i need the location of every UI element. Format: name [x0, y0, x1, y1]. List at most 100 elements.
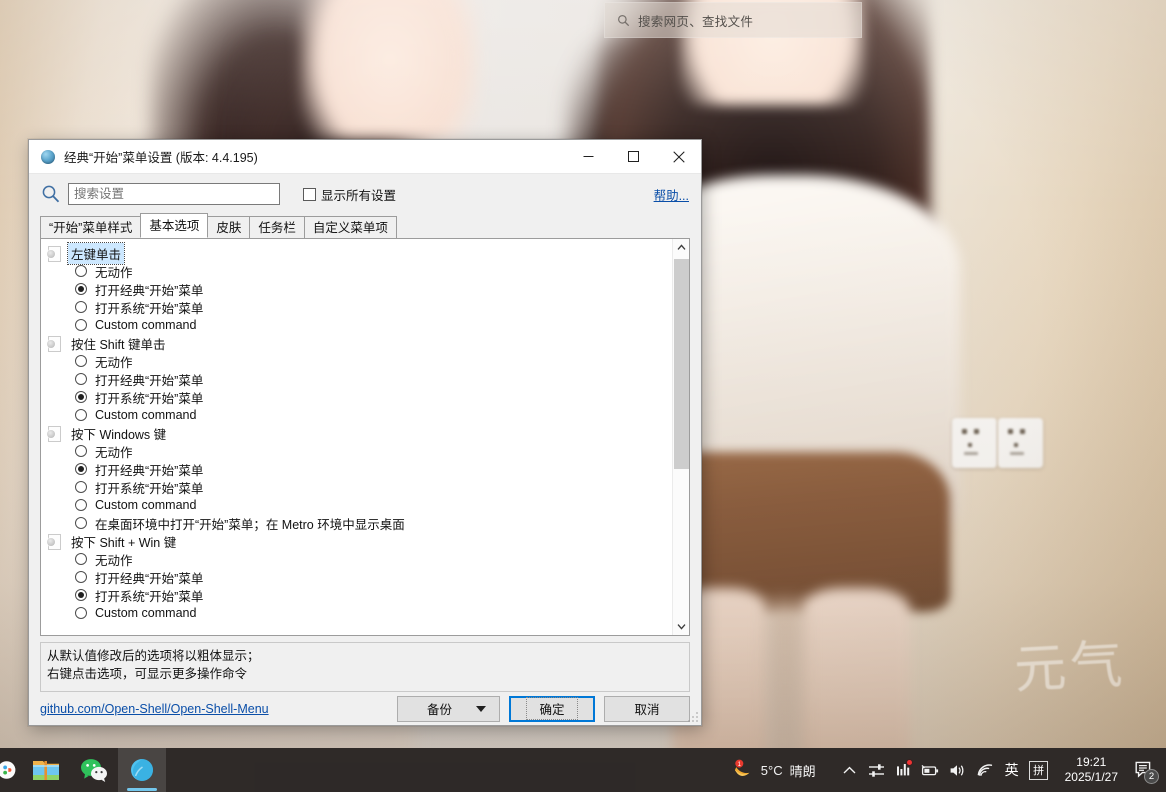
radio-icon	[75, 319, 87, 331]
scrollbar-track[interactable]	[672, 256, 689, 618]
backup-button[interactable]: 备份	[397, 695, 500, 722]
hint-box: 从默认值修改后的选项将以粗体显示； 右键点击选项，可显示更多操作命令	[40, 642, 690, 692]
settings-list: 左键单击 无动作 打开经典“开始”菜单 打开系统“开始”菜单 Custom co…	[41, 239, 672, 635]
radio-option[interactable]: 打开经典“开始”菜单	[47, 568, 672, 586]
tray-battery-button[interactable]	[919, 755, 943, 785]
radio-option[interactable]: 无动作	[47, 262, 672, 280]
hint-line-2: 右键点击选项，可显示更多操作命令	[47, 667, 248, 681]
radio-icon	[75, 517, 87, 529]
radio-icon	[75, 481, 87, 493]
tab-start-menu-style[interactable]: “开始”菜单样式	[40, 216, 142, 239]
taskbar-app-edge[interactable]	[0, 748, 22, 792]
tab-skin[interactable]: 皮肤	[207, 216, 251, 239]
radio-option[interactable]: 无动作	[47, 352, 672, 370]
maximize-button[interactable]	[611, 140, 656, 173]
radio-icon-selected	[75, 463, 87, 475]
tab-taskbar[interactable]: 任务栏	[249, 216, 305, 239]
weather-temperature: 5°C	[760, 762, 783, 778]
radio-option-label: Custom command	[95, 408, 197, 422]
show-hidden-icons-button[interactable]	[838, 755, 862, 785]
chevron-up-icon	[677, 244, 685, 250]
hint-line-1: 从默认值修改后的选项将以粗体显示；	[47, 649, 260, 663]
ok-button[interactable]: 确定	[509, 695, 595, 722]
chevron-down-icon	[677, 624, 685, 630]
tab-basic-settings[interactable]: 基本选项	[140, 213, 209, 238]
radio-icon	[75, 301, 87, 313]
settings-search-input[interactable]	[68, 183, 280, 205]
radio-option[interactable]: Custom command	[47, 496, 672, 514]
radio-icon	[75, 445, 87, 457]
radio-option[interactable]: 打开系统“开始”菜单	[47, 478, 672, 496]
help-link[interactable]: 帮助...	[654, 185, 689, 204]
scroll-down-button[interactable]	[672, 618, 689, 635]
open-shell-icon	[131, 759, 153, 781]
ime-language-button[interactable]: 英	[1000, 755, 1024, 785]
radio-option[interactable]: 无动作	[47, 550, 672, 568]
radio-option[interactable]: 在桌面环境中打开“开始”菜单；在 Metro 环境中显示桌面	[47, 514, 672, 532]
minimize-button[interactable]	[566, 140, 611, 173]
minimize-icon	[583, 156, 594, 157]
active-app-indicator	[127, 788, 157, 791]
tab-custom-menu-items[interactable]: 自定义菜单项	[303, 216, 397, 239]
open-shell-icon	[41, 149, 55, 164]
radio-icon	[75, 355, 87, 367]
radio-option[interactable]: 打开经典“开始”菜单	[47, 280, 672, 298]
wallpaper-watermark: 元气	[1012, 635, 1128, 701]
taskbar-app-wechat[interactable]	[70, 748, 118, 792]
radio-option-label: 打开经典“开始”菜单	[95, 463, 204, 478]
settings-group-shift-win-key[interactable]: 按下 Shift + Win 键	[47, 532, 672, 550]
setting-gear-icon	[47, 533, 61, 550]
search-icon	[618, 14, 630, 26]
taskbar-clock[interactable]: 19:21 2025/1/27	[1065, 755, 1118, 785]
tray-volume-button[interactable]	[946, 755, 970, 785]
desktop-search-bar[interactable]: 搜索网页、查找文件	[604, 2, 862, 38]
scrollbar-thumb[interactable]	[673, 259, 689, 469]
tray-sliders-button[interactable]	[865, 755, 889, 785]
list-scrollbar[interactable]	[672, 239, 689, 635]
radio-option[interactable]: Custom command	[47, 406, 672, 424]
radio-icon	[75, 553, 87, 565]
dialog-button-row: 备份 确定 取消	[397, 695, 690, 722]
radio-option[interactable]: 打开经典“开始”菜单	[47, 370, 672, 388]
radio-option[interactable]: 打开系统“开始”菜单	[47, 298, 672, 316]
taskbar-app-open-shell[interactable]	[118, 748, 166, 792]
tray-equalizer-button[interactable]	[892, 755, 916, 785]
cancel-button-label: 取消	[634, 703, 660, 717]
radio-option[interactable]: Custom command	[47, 604, 672, 622]
ime-mode-button[interactable]: 拼	[1027, 755, 1051, 785]
github-link[interactable]: github.com/Open-Shell/Open-Shell-Menu	[40, 702, 269, 716]
settings-group-left-click[interactable]: 左键单击	[47, 241, 672, 265]
taskbar-app-file-explorer[interactable]	[22, 748, 70, 792]
radio-option[interactable]: 打开经典“开始”菜单	[47, 460, 672, 478]
radio-option[interactable]: 打开系统“开始”菜单	[47, 586, 672, 604]
radio-option[interactable]: Custom command	[47, 316, 672, 334]
notification-center-button[interactable]: 2	[1128, 752, 1160, 788]
close-icon	[672, 150, 685, 163]
close-button[interactable]	[656, 140, 701, 173]
tray-wifi-button[interactable]	[973, 755, 997, 785]
edge-icon	[0, 761, 16, 779]
notification-count: 2	[1144, 769, 1159, 784]
cancel-button[interactable]: 取消	[604, 695, 690, 722]
radio-icon	[75, 499, 87, 511]
show-all-settings-checkbox[interactable]: 显示所有设置	[303, 185, 396, 204]
setting-gear-icon	[47, 335, 61, 352]
dialog-title-bar[interactable]: 经典“开始”菜单设置 (版本: 4.4.195)	[29, 140, 701, 174]
radio-icon	[75, 409, 87, 421]
radio-option[interactable]: 打开系统“开始”菜单	[47, 388, 672, 406]
ok-button-label: 确定	[526, 697, 578, 720]
settings-group-windows-key[interactable]: 按下 Windows 键	[47, 424, 672, 442]
speaker-icon	[950, 764, 964, 776]
weather-widget[interactable]: 1 5°C 晴朗	[730, 758, 816, 782]
settings-group-label: 按住 Shift 键单击	[71, 337, 166, 352]
scroll-up-button[interactable]	[672, 239, 689, 256]
chevron-down-icon	[476, 705, 486, 712]
settings-group-shift-click[interactable]: 按住 Shift 键单击	[47, 334, 672, 352]
setting-gear-icon	[47, 245, 61, 262]
radio-option-label: 打开系统“开始”菜单	[95, 481, 204, 496]
tab-strip: “开始”菜单样式 基本选项 皮肤 任务栏 自定义菜单项	[29, 205, 701, 239]
radio-option[interactable]: 无动作	[47, 442, 672, 460]
system-tray: 1 5°C 晴朗 英 拼 19:21 2025/1/27 2	[730, 748, 1166, 792]
resize-grip-icon[interactable]	[687, 711, 699, 723]
radio-icon	[75, 607, 87, 619]
